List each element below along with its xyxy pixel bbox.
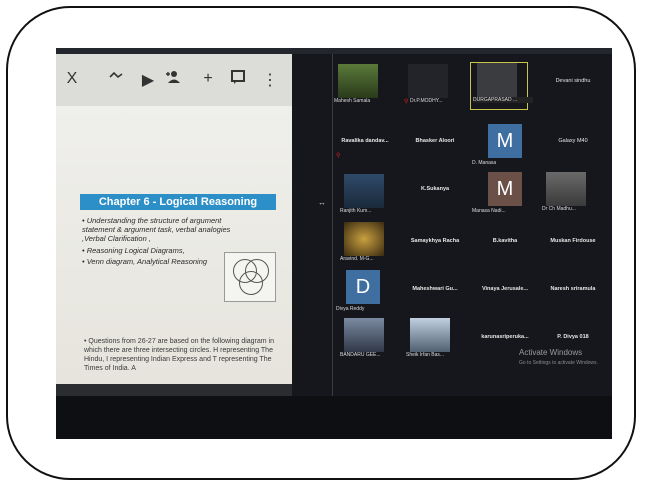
participant-video [410, 318, 450, 352]
participant-name: DURGAPRASAD ... [473, 97, 533, 103]
slide-strip [56, 384, 292, 396]
participant-video [338, 64, 378, 98]
participant-name-tile[interactable]: Ravalika dandav... [330, 138, 400, 168]
comment-icon[interactable] [228, 70, 248, 89]
participants-grid: Mahesh Samala ⚲ Dr.P.MODHY... DURGAPRASA… [292, 54, 612, 396]
participant-name: Dr.P.MODHY... [410, 98, 443, 104]
laser-pointer-icon[interactable] [106, 70, 126, 88]
mic-muted-icon: ⚲ [336, 153, 341, 159]
add-button[interactable]: + [198, 70, 218, 88]
participant-video [344, 318, 384, 352]
participant-avatar[interactable]: M [488, 172, 522, 206]
participant-avatar[interactable]: D [346, 270, 380, 304]
participant-name-tile[interactable]: Muskan Firdouse [538, 238, 608, 268]
participant-name-tile[interactable]: Galaxy M40 [538, 138, 608, 168]
participant-tile[interactable]: BANDARU GEE... [340, 318, 392, 362]
activate-windows-subtitle: Go to Settings to activate Windows. [519, 360, 598, 366]
more-options-button[interactable]: ⋮ [260, 70, 280, 90]
participant-name: BANDARU GEE... [340, 352, 381, 358]
participant-avatar[interactable]: M [488, 124, 522, 158]
participant-name-tile[interactable]: B.kavitha [470, 238, 540, 268]
participant-name: D. Manasa [472, 160, 497, 166]
bullet-venn: • Venn diagram, Analytical Reasoning [82, 257, 208, 266]
bullet-argument: • Understanding the structure of argumen… [82, 216, 231, 243]
question-text: • Questions from 26-27 are based on the … [84, 338, 275, 372]
grid-separator [332, 54, 333, 396]
rounded-frame: X ▶ + ⋮ Chapter 6 - Logical Reasoning • … [6, 6, 636, 480]
participant-name-tile[interactable]: Maheshwari Gu... [400, 286, 470, 316]
participant-name: Aravind. M-G... [340, 256, 374, 262]
close-button[interactable]: X [62, 70, 82, 88]
participant-tile[interactable]: Ranjith Kum... [340, 174, 392, 218]
participant-name: Sheik Irfan Bas... [406, 352, 445, 358]
participant-name: Divya Reddy [336, 306, 365, 312]
annotation-toolbar: X ▶ + ⋮ [56, 54, 292, 106]
participant-tile[interactable]: Sheik Irfan Bas... [406, 318, 458, 362]
participant-tile[interactable]: Aravind. M-G... [340, 222, 392, 266]
presentation-pane: X ▶ + ⋮ Chapter 6 - Logical Reasoning • … [56, 54, 292, 384]
participant-name-tile[interactable]: Naresh sriramula [538, 286, 608, 316]
add-person-icon[interactable] [164, 70, 184, 89]
participant-name-tile[interactable]: Samaykhya Racha [400, 238, 470, 268]
participant-name: Manasa Nadi... [472, 208, 506, 214]
participant-name-tile[interactable]: K.Sukanya [400, 186, 470, 216]
activate-windows-title: Activate Windows [519, 348, 583, 357]
bullet-logical-diagrams: • Reasoning Logical Diagrams, [82, 246, 185, 255]
mic-muted-icon: ⚲ [404, 99, 409, 105]
bottom-dark-area [56, 396, 612, 439]
participant-video [546, 172, 586, 206]
chapter-title: Chapter 6 - Logical Reasoning [80, 194, 276, 210]
participant-video [344, 222, 384, 256]
participant-name-tile[interactable]: Bhasker Aloori [400, 138, 470, 168]
participant-name: Ranjith Kum... [340, 208, 372, 214]
participant-video [344, 174, 384, 208]
participant-name-tile[interactable]: Devani sindhu [538, 78, 608, 108]
play-button[interactable]: ▶ [138, 70, 158, 90]
participant-video [477, 63, 517, 97]
screen-photo: X ▶ + ⋮ Chapter 6 - Logical Reasoning • … [56, 48, 612, 439]
participant-name: Dr Ch Madhu... [542, 206, 576, 212]
participant-tile[interactable]: ⚲ Dr.P.MODHY... [404, 64, 456, 108]
participant-video [408, 64, 448, 98]
participant-tile-active[interactable]: DURGAPRASAD ... [470, 62, 533, 110]
participant-name-tile[interactable]: Vinaya Jerusale... [470, 286, 540, 316]
participant-name: Mahesh Samala [334, 98, 371, 104]
participant-tile[interactable]: Dr Ch Madhu... [542, 172, 594, 216]
venn-diagram [224, 252, 276, 302]
resize-handle-icon[interactable]: ↔ [318, 198, 332, 207]
participant-tile[interactable]: Mahesh Samala [334, 64, 386, 108]
